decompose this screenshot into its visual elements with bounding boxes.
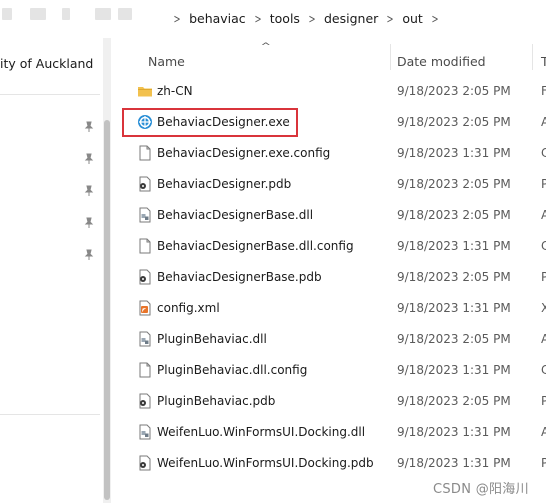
file-icon [137,145,153,161]
file-name[interactable]: PluginBehaviac.pdb [157,394,275,408]
file-icon [137,238,153,254]
file-date-modified: 9/18/2023 1:31 PM [397,363,511,377]
file-row[interactable]: WeifenLuo.WinFormsUI.Docking.dll 9/18/202… [120,417,546,448]
nav-scrollbar-thumb[interactable] [104,120,110,500]
breadcrumb-item-behaviac[interactable]: behaviac [189,11,246,26]
file-date-modified: 9/18/2023 2:05 PM [397,332,511,346]
breadcrumb-item-designer[interactable]: designer [324,11,378,26]
address-bar[interactable]: > behaviac > tools > designer > out > [0,0,546,38]
file-icon [137,362,153,378]
file-row[interactable]: BehaviacDesignerBase.dll.config 9/18/2023… [120,231,546,262]
file-type: C [541,239,546,253]
pin-icon[interactable] [83,185,95,197]
file-type: P [541,177,546,191]
pin-icon[interactable] [83,153,95,165]
file-name[interactable]: BehaviacDesigner.pdb [157,177,291,191]
file-date-modified: 9/18/2023 1:31 PM [397,425,511,439]
blurred-nav-button [2,8,12,20]
column-separator[interactable] [532,44,533,70]
file-type: C [541,146,546,160]
file-name[interactable]: BehaviacDesignerBase.dll.config [157,239,354,253]
file-date-modified: 9/18/2023 1:31 PM [397,239,511,253]
pin-icon[interactable] [83,217,95,229]
pdb-icon [137,455,153,471]
file-date-modified: 9/18/2023 2:05 PM [397,270,511,284]
breadcrumb-item-out[interactable]: out [402,11,422,26]
file-name[interactable]: BehaviacDesignerBase.dll [157,208,313,222]
dll-icon [137,331,153,347]
file-name[interactable]: config.xml [157,301,220,315]
dll-icon [137,424,153,440]
file-date-modified: 9/18/2023 2:05 PM [397,394,511,408]
pin-icon[interactable] [83,121,95,133]
file-row[interactable]: BehaviacDesigner.exe.config 9/18/2023 1:3… [120,138,546,169]
chevron-right-icon: > [173,11,181,26]
nav-divider [0,414,100,415]
file-type: X [541,301,546,315]
breadcrumb: > behaviac > tools > designer > out > [165,11,447,26]
chevron-right-icon[interactable]: > [387,12,394,26]
nav-divider [0,94,100,95]
file-name[interactable]: WeifenLuo.WinFormsUI.Docking.dll [157,425,365,439]
blurred-path-segment [118,8,132,20]
xml-icon [137,300,153,316]
file-row[interactable]: BehaviacDesigner.pdb 9/18/2023 2:05 PM P [120,169,546,200]
file-type: A [541,332,546,346]
file-date-modified: 9/18/2023 2:05 PM [397,177,511,191]
file-name[interactable]: zh-CN [157,84,193,98]
chevron-right-icon[interactable]: > [308,12,315,26]
pdb-icon [137,176,153,192]
chevron-right-icon[interactable]: > [254,12,261,26]
file-date-modified: 9/18/2023 1:31 PM [397,301,511,315]
folder-icon [137,83,153,99]
pdb-icon [137,269,153,285]
blurred-nav-button [62,8,70,20]
file-name[interactable]: PluginBehaviac.dll.config [157,363,307,377]
file-row[interactable]: PluginBehaviac.dll.config 9/18/2023 1:31 … [120,355,546,386]
file-row[interactable]: config.xml 9/18/2023 1:31 PM X [120,293,546,324]
blurred-path-segment [95,8,111,20]
navigation-pane: ity of Auckland [0,38,100,503]
file-type: F [541,84,546,98]
pdb-icon [137,393,153,409]
file-row[interactable]: zh-CN 9/18/2023 2:05 PM F [120,76,546,107]
file-name[interactable]: PluginBehaviac.dll [157,332,267,346]
file-name[interactable]: BehaviacDesignerBase.pdb [157,270,322,284]
file-type: P [541,394,546,408]
nav-item-onedrive[interactable]: ity of Auckland [0,56,93,71]
file-row[interactable]: PluginBehaviac.dll 9/18/2023 2:05 PM A [120,324,546,355]
file-type: A [541,425,546,439]
file-name[interactable]: BehaviacDesigner.exe.config [157,146,330,160]
chevron-right-icon[interactable]: > [431,12,438,26]
file-type: A [541,208,546,222]
file-date-modified: 9/18/2023 2:05 PM [397,84,511,98]
highlight-box [122,108,298,137]
breadcrumb-item-tools[interactable]: tools [270,11,300,26]
file-type: P [541,456,546,470]
sort-ascending-icon: ^ [260,42,272,52]
column-separator[interactable] [390,44,391,70]
pin-icon[interactable] [83,249,95,261]
file-type: C [541,363,546,377]
file-date-modified: 9/18/2023 2:05 PM [397,208,511,222]
file-row[interactable]: PluginBehaviac.pdb 9/18/2023 2:05 PM P [120,386,546,417]
file-name[interactable]: WeifenLuo.WinFormsUI.Docking.pdb [157,456,374,470]
file-row[interactable]: BehaviacDesignerBase.pdb 9/18/2023 2:05 P… [120,262,546,293]
file-type: P [541,270,546,284]
watermark: CSDN @阳海川 [433,482,529,497]
file-date-modified: 9/18/2023 1:31 PM [397,456,511,470]
file-type: A [541,115,546,129]
file-date-modified: 9/18/2023 2:05 PM [397,115,511,129]
blurred-nav-button [30,8,46,20]
file-row[interactable]: BehaviacDesignerBase.dll 9/18/2023 2:05 P… [120,200,546,231]
file-date-modified: 9/18/2023 1:31 PM [397,146,511,160]
dll-icon [137,207,153,223]
file-row[interactable]: WeifenLuo.WinFormsUI.Docking.pdb 9/18/202… [120,448,546,479]
